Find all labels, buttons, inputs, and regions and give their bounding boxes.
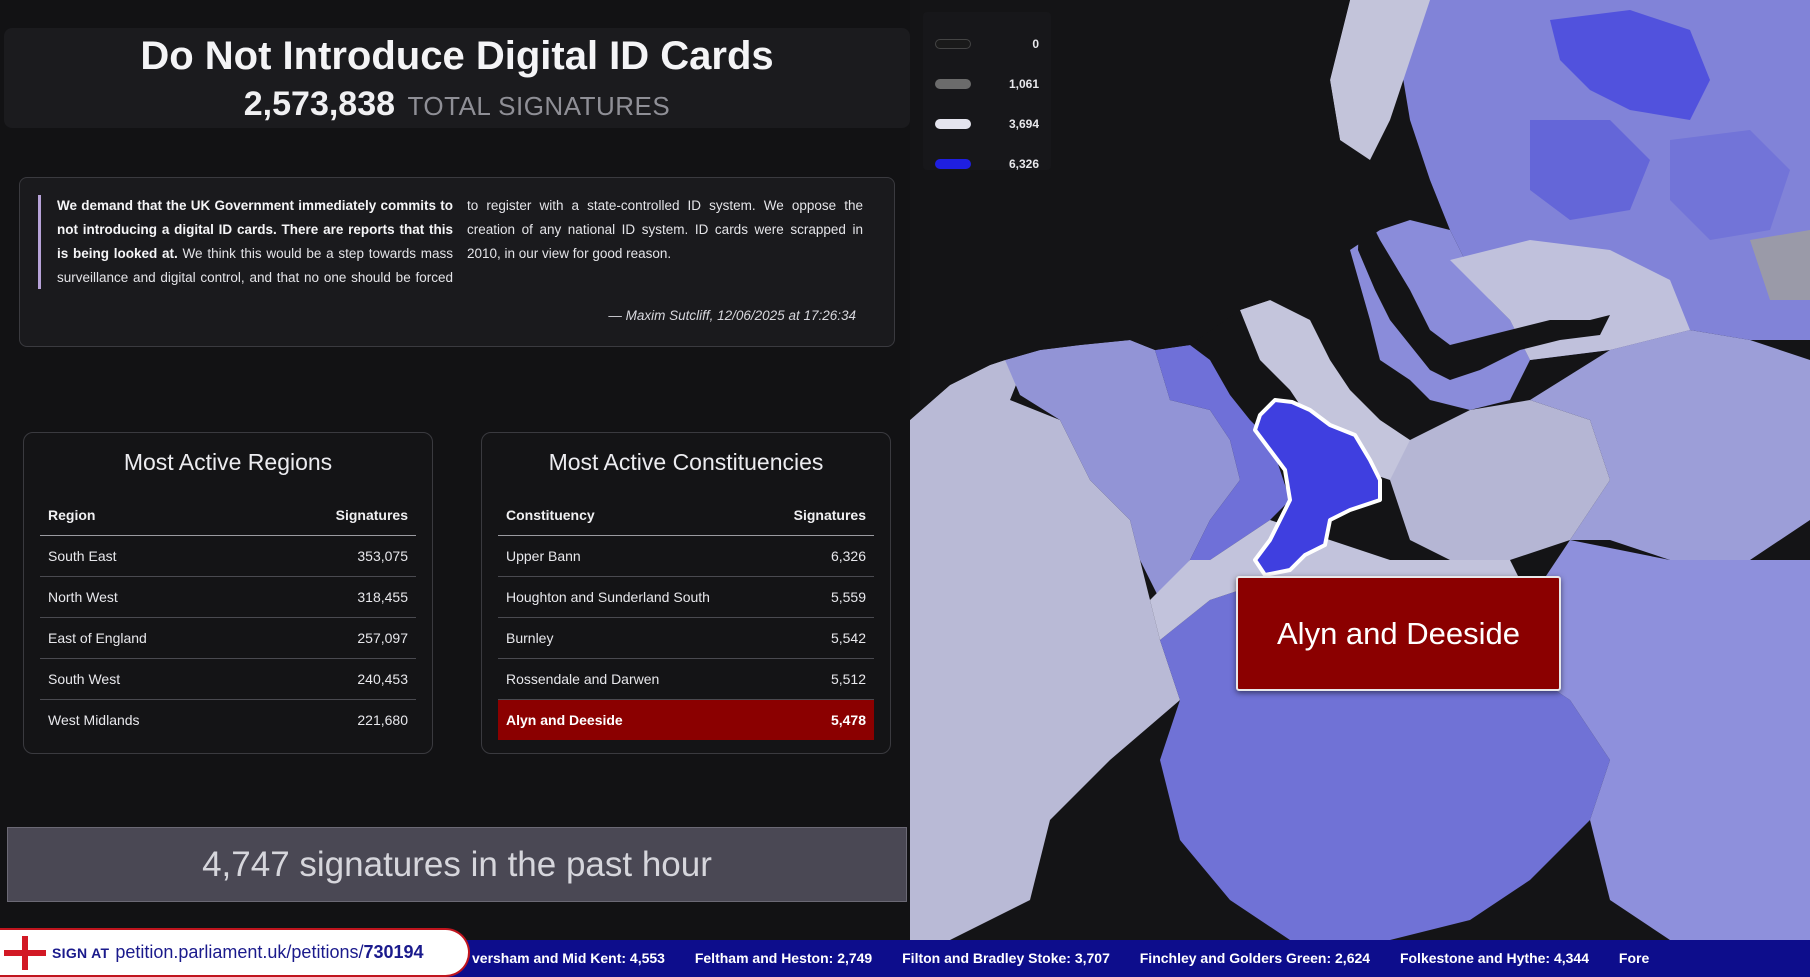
region-name: South West [40, 658, 253, 700]
column-header-region: Region [40, 495, 253, 536]
constituency-name: Houghton and Sunderland South [498, 576, 767, 618]
legend-value: 3,694 [1008, 117, 1039, 131]
petition-url-base: petition.parliament.uk/petitions/ [115, 942, 364, 962]
table-row: North West 318,455 [40, 576, 416, 618]
constituency-name: Rossendale and Darwen [498, 658, 767, 700]
petition-url[interactable]: petition.parliament.uk/petitions/730194 [115, 942, 423, 963]
legend-row: 6,326 [935, 144, 1039, 184]
legend-value: 6,326 [1008, 157, 1039, 171]
ticker-item: Folkestone and Hythe: 4,344 [1399, 950, 1590, 966]
england-flag-icon [4, 935, 46, 970]
table-row[interactable]: Houghton and Sunderland South 5,559 [498, 576, 874, 618]
quote-accent-bar [38, 195, 41, 289]
map-legend: 0 1,061 3,694 6,326 [923, 12, 1051, 171]
constituency-signatures: 5,512 [766, 658, 874, 700]
petition-quote-card: We demand that the UK Government immedia… [19, 177, 895, 347]
table-row[interactable]: Upper Bann 6,326 [498, 535, 874, 577]
table-row: South East 353,075 [40, 535, 416, 577]
ticker-item: Filton and Bradley Stoke: 3,707 [902, 950, 1110, 966]
legend-value: 1,061 [1008, 77, 1039, 91]
map-tooltip: Alyn and Deeside [1236, 576, 1561, 691]
constituencies-table: Constituency Signatures Upper Bann 6,326… [498, 495, 874, 740]
ticker-item: versham and Mid Kent: 4,553 [472, 950, 665, 966]
total-signatures-line: 2,573,838 TOTAL SIGNATURES [4, 84, 910, 131]
region-name: South East [40, 535, 253, 577]
legend-row: 1,061 [935, 64, 1039, 104]
region-name: West Midlands [48, 711, 140, 728]
past-hour-banner: 4,747 signatures in the past hour [7, 827, 907, 902]
regions-title: Most Active Regions [123, 449, 333, 475]
legend-swatch-3 [935, 159, 971, 169]
table-header-row: Constituency Signatures [498, 495, 874, 536]
constituency-name: Burnley [498, 617, 767, 659]
region-signatures: 240,453 [252, 658, 416, 700]
constituency-signatures: 5,542 [766, 617, 874, 659]
total-signatures-label: TOTAL SIGNATURES [407, 91, 671, 121]
table-row-highlighted[interactable]: Alyn and Deeside 5,478 [498, 699, 874, 740]
region-name: East of England [40, 617, 253, 659]
table-row: West Midlands 221,680 [40, 699, 416, 740]
constituency-signatures: 5,559 [766, 576, 874, 618]
region-signatures: 257,097 [252, 617, 416, 659]
table-row[interactable]: Burnley 5,542 [498, 617, 874, 659]
column-header-constituency: Constituency [498, 495, 767, 536]
region-signatures: 318,455 [252, 576, 416, 618]
total-signatures-count: 2,573,838 [243, 85, 396, 123]
sign-at-label: SIGN AT [52, 944, 110, 961]
table-row[interactable]: Rossendale and Darwen 5,512 [498, 658, 874, 700]
ticker-item: Feltham and Heston: 2,749 [694, 950, 873, 966]
region-name: North West [40, 576, 253, 618]
regions-table: Region Signatures South East 353,075 Nor… [40, 495, 416, 740]
constituency-name: Alyn and Deeside [498, 699, 767, 740]
column-header-signatures: Signatures [766, 495, 874, 536]
ticker-track: versham and Mid Kent: 4,553 Feltham and … [472, 940, 1675, 977]
column-header-signatures: Signatures [252, 495, 416, 536]
ticker-item: Fore [1618, 950, 1650, 966]
region-signatures: 353,075 [252, 535, 416, 577]
table-header-row: Region Signatures [40, 495, 416, 536]
legend-value: 0 [1032, 37, 1039, 51]
petition-title: Do Not Introduce Digital ID Cards [140, 34, 774, 78]
legend-swatch-1 [935, 79, 971, 89]
sign-petition-link[interactable]: SIGN AT petition.parliament.uk/petitions… [0, 928, 470, 977]
ticker-item: Finchley and Golders Green: 2,624 [1139, 950, 1371, 966]
petition-header: Do Not Introduce Digital ID Cards 2,573,… [4, 28, 910, 128]
petition-attribution: — Maxim Sutcliff, 12/06/2025 at 17:26:34 [608, 308, 856, 323]
petition-description: We demand that the UK Government immedia… [57, 194, 863, 290]
most-active-constituencies-card: Most Active Constituencies Constituency … [481, 432, 891, 754]
legend-swatch-2 [935, 119, 971, 129]
table-row: East of England 257,097 [40, 617, 416, 659]
most-active-regions-card: Most Active Regions Region Signatures So… [23, 432, 433, 754]
constituencies-title: Most Active Constituencies [548, 449, 824, 475]
legend-row: 0 [935, 24, 1039, 64]
legend-row: 3,694 [935, 104, 1039, 144]
legend-swatch-0 [935, 39, 971, 49]
table-row: South West 240,453 [40, 658, 416, 700]
constituency-signatures: 6,326 [766, 535, 874, 577]
constituency-signatures: 5,478 [766, 699, 874, 740]
constituency-name: Upper Bann [498, 535, 767, 577]
petition-id: 730194 [363, 942, 424, 962]
region-signatures: 221,680 [357, 711, 408, 728]
